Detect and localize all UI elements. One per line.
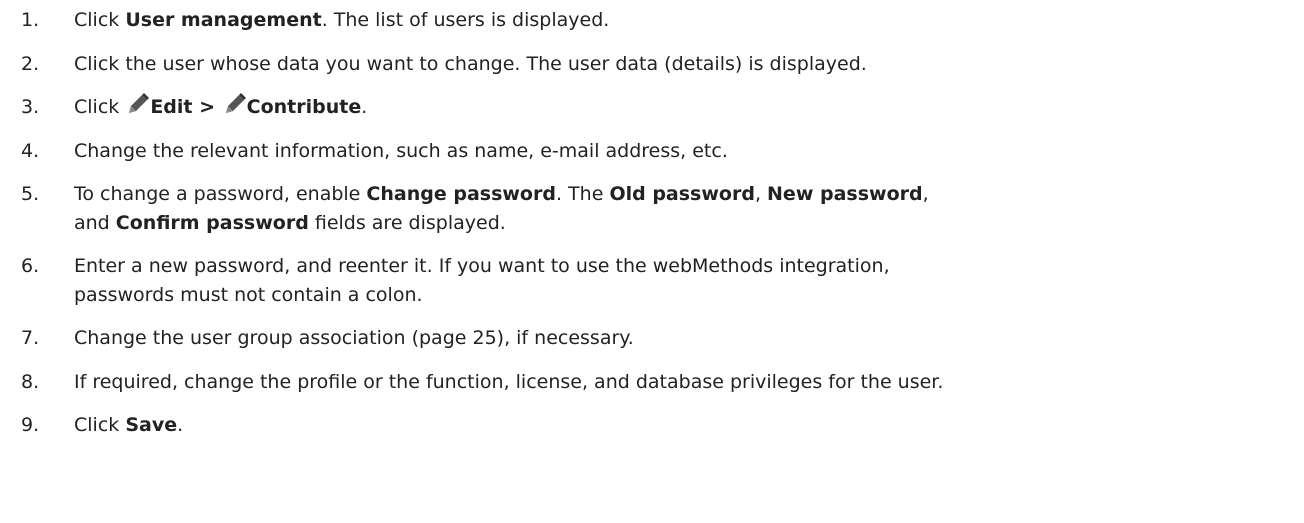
step-number: 8.: [21, 370, 40, 393]
step-5: 5. To change a password, enable Change p…: [0, 180, 1304, 237]
ui-term-edit: Edit >: [150, 96, 222, 118]
step-text: Click User management. The list of users…: [74, 9, 610, 31]
step-text: To change a password, enable Change pass…: [74, 183, 929, 234]
ui-term-new-password: New password: [767, 183, 923, 205]
ui-term-old-password: Old password: [609, 183, 755, 205]
contribute-pencil-icon: [224, 93, 246, 115]
step-3: 3. Click Edit > Contribute.: [0, 93, 1304, 122]
step-number: 4.: [21, 139, 40, 162]
ui-term-user-management: User management: [125, 9, 322, 31]
step-text: If required, change the profile or the f…: [74, 370, 944, 393]
procedure-steps: 1. Click User management. The list of us…: [0, 0, 1304, 440]
step-text: Enter a new password, and reenter it. If…: [74, 255, 890, 306]
step-number: 3.: [21, 96, 40, 118]
step-text: Click Save.: [74, 414, 184, 436]
step-9: 9. Click Save.: [0, 411, 1304, 440]
step-6: 6. Enter a new password, and reenter it.…: [0, 252, 1304, 309]
step-text: Change the user group association (page …: [74, 327, 634, 349]
edit-pencil-icon: [127, 93, 150, 115]
ui-term-contribute: Contribute: [246, 96, 362, 118]
step-text: Click Edit > Contribute.: [74, 93, 367, 118]
step-number: 1.: [21, 9, 40, 31]
ui-term-save: Save: [125, 414, 178, 436]
step-1: 1. Click User management. The list of us…: [0, 6, 1304, 35]
step-8: 8. If required, change the profile or th…: [0, 368, 1304, 397]
step-7: 7. Change the user group association (pa…: [0, 324, 1304, 353]
ui-term-confirm-password: Confirm password: [115, 211, 309, 234]
step-number: 2.: [21, 52, 40, 75]
step-number: 7.: [21, 327, 40, 349]
step-number: 5.: [21, 183, 40, 205]
step-text: Change the relevant information, such as…: [74, 139, 728, 162]
step-number: 6.: [21, 255, 40, 277]
step-number: 9.: [21, 414, 40, 436]
ui-term-change-password: Change password: [366, 183, 556, 205]
step-text: Click the user whose data you want to ch…: [74, 52, 867, 75]
step-4: 4. Change the relevant information, such…: [0, 137, 1304, 166]
step-2: 2. Click the user whose data you want to…: [0, 50, 1304, 79]
